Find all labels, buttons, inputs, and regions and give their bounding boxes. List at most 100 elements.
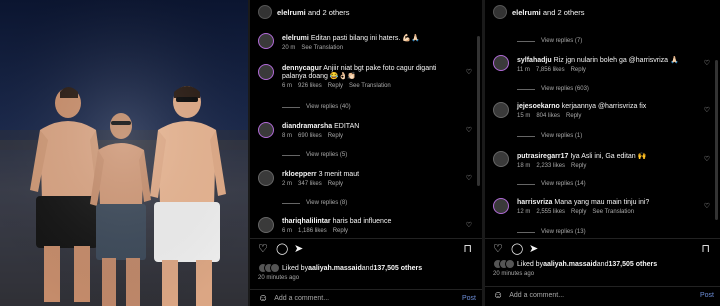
liked-by[interactable]: Liked by aaliyah.massaid and 137,505 oth… bbox=[493, 259, 657, 269]
bookmark-icon[interactable]: ⊓ bbox=[463, 242, 472, 255]
comment-user[interactable]: thariqhalilintar bbox=[282, 218, 331, 225]
comment-text: EDITAN bbox=[334, 123, 360, 130]
emoji-icon[interactable]: ☺ bbox=[258, 293, 268, 304]
avatar[interactable] bbox=[258, 217, 274, 233]
comment-text: Iya Asli ini, Ga editan 🙌 bbox=[570, 153, 647, 160]
comment-text: haris bad influence bbox=[332, 218, 392, 225]
heart-icon[interactable]: ♡ bbox=[466, 174, 472, 182]
avatar[interactable] bbox=[258, 5, 272, 19]
view-replies-link[interactable]: View replies (14) bbox=[517, 181, 586, 187]
heart-icon[interactable]: ♡ bbox=[704, 202, 710, 210]
view-replies-link[interactable]: View replies (1) bbox=[517, 133, 582, 139]
comment-time: 12 m bbox=[517, 209, 531, 215]
comment-text: Riz jgn nularin boleh ga @harrisvriza 🙏🏻 bbox=[553, 57, 679, 64]
view-replies-link[interactable]: View replies (5) bbox=[282, 152, 347, 158]
add-comment-input[interactable]: Add a comment... bbox=[509, 292, 700, 299]
post-time: 20 minutes ago bbox=[493, 271, 535, 277]
post-header: elelrumi and 2 others bbox=[250, 0, 482, 24]
heart-icon[interactable]: ♡ bbox=[704, 155, 710, 163]
comment-likes[interactable]: 2,555 likes bbox=[536, 209, 565, 215]
comment-likes[interactable]: 2,233 likes bbox=[536, 163, 565, 169]
reply-link[interactable]: Reply bbox=[333, 228, 348, 234]
comment-time: 8 m bbox=[282, 133, 293, 139]
reply-link[interactable]: Reply bbox=[571, 67, 586, 73]
heart-icon[interactable]: ♡ bbox=[466, 68, 472, 76]
scrollbar[interactable] bbox=[477, 36, 480, 186]
liker-avatars bbox=[258, 263, 280, 273]
scrollbar[interactable] bbox=[715, 60, 718, 220]
comment-user[interactable]: harrisvriza bbox=[517, 199, 552, 206]
see-translation-link[interactable]: See Translation bbox=[301, 45, 343, 51]
comment-user[interactable]: rkloepperr bbox=[282, 171, 317, 178]
emoji-icon[interactable]: ☺ bbox=[493, 290, 503, 301]
heart-icon[interactable]: ♡ bbox=[466, 126, 472, 134]
see-translation-link[interactable]: See Translation bbox=[349, 83, 391, 89]
comment-likes[interactable]: 7,856 likes bbox=[536, 67, 565, 73]
reply-link[interactable]: Reply bbox=[571, 163, 586, 169]
bookmark-icon[interactable]: ⊓ bbox=[701, 242, 710, 255]
comment-time: 11 m bbox=[517, 67, 530, 73]
comment-icon[interactable]: ◯ bbox=[511, 242, 523, 255]
avatar[interactable] bbox=[258, 33, 274, 49]
comment-text: Editan pasti bilang ini haters. 💪🏻🙏🏻 bbox=[310, 35, 420, 42]
share-icon[interactable]: ➤ bbox=[529, 242, 538, 255]
comment-text: kerjaannya @harrisvriza fix bbox=[561, 103, 647, 110]
avatar[interactable] bbox=[493, 102, 509, 118]
avatar[interactable] bbox=[493, 5, 507, 19]
avatar[interactable] bbox=[258, 170, 274, 186]
comment-time: 6 m bbox=[282, 83, 293, 89]
reply-link[interactable]: Reply bbox=[328, 83, 343, 89]
avatar[interactable] bbox=[493, 198, 509, 214]
post-photo-image bbox=[0, 0, 248, 306]
post-button[interactable]: Post bbox=[462, 295, 476, 302]
avatar[interactable] bbox=[493, 55, 509, 71]
view-replies-link[interactable]: View replies (7) bbox=[517, 38, 582, 44]
view-replies-link[interactable]: View replies (603) bbox=[517, 86, 589, 92]
avatar[interactable] bbox=[493, 151, 509, 167]
add-comment-input[interactable]: Add a comment... bbox=[274, 295, 462, 302]
share-icon[interactable]: ➤ bbox=[294, 242, 303, 255]
heart-icon[interactable]: ♡ bbox=[704, 59, 710, 67]
view-replies-link[interactable]: View replies (13) bbox=[517, 229, 586, 235]
comment-user[interactable]: jejesoekarno bbox=[517, 103, 560, 110]
reply-link[interactable]: Reply bbox=[571, 209, 586, 215]
comment-likes[interactable]: 804 likes bbox=[536, 113, 560, 119]
post-time: 20 minutes ago bbox=[258, 275, 300, 281]
comment-user[interactable]: putrasiregarr17 bbox=[517, 153, 568, 160]
liker-avatars bbox=[493, 259, 515, 269]
comment-user[interactable]: dennycagur bbox=[282, 65, 322, 72]
liked-by[interactable]: Liked by aaliyah.massaid and 137,505 oth… bbox=[258, 263, 422, 273]
comment-user[interactable]: elelrumi bbox=[282, 35, 309, 42]
post-button[interactable]: Post bbox=[700, 292, 714, 299]
comment-time: 2 m bbox=[282, 181, 293, 187]
comment-text: Mana yang mau main tinju ini? bbox=[554, 199, 650, 206]
see-translation-link[interactable]: See Translation bbox=[592, 209, 634, 215]
comment-time: 6 m bbox=[282, 228, 293, 234]
view-replies-link[interactable]: View replies (40) bbox=[282, 104, 351, 110]
comment-time: 20 m bbox=[282, 45, 296, 51]
comment-time: 15 m bbox=[517, 113, 531, 119]
comment-user[interactable]: sylfahadju bbox=[517, 57, 552, 64]
reply-link[interactable]: Reply bbox=[328, 181, 343, 187]
comment-likes[interactable]: 347 likes bbox=[298, 181, 322, 187]
reply-link[interactable]: Reply bbox=[328, 133, 343, 139]
heart-icon[interactable]: ♡ bbox=[466, 221, 472, 229]
post-author[interactable]: elelrumi and 2 others bbox=[512, 8, 585, 17]
view-replies-link[interactable]: View replies (8) bbox=[282, 200, 347, 206]
like-icon[interactable]: ♡ bbox=[493, 242, 503, 255]
avatar[interactable] bbox=[258, 64, 274, 80]
post-author[interactable]: elelrumi and 2 others bbox=[277, 8, 350, 17]
comment-likes[interactable]: 926 likes bbox=[298, 83, 322, 89]
comment-icon[interactable]: ◯ bbox=[276, 242, 288, 255]
comment-time: 18 m bbox=[517, 163, 531, 169]
like-icon[interactable]: ♡ bbox=[258, 242, 268, 255]
heart-icon[interactable]: ♡ bbox=[704, 106, 710, 114]
comment-user[interactable]: diandramarsha bbox=[282, 123, 332, 130]
reply-link[interactable]: Reply bbox=[566, 113, 581, 119]
comment-text: 3 menit maut bbox=[318, 171, 360, 178]
post-photo[interactable] bbox=[0, 0, 248, 306]
action-bar: ♡ ◯ ➤ ⊓ bbox=[250, 238, 482, 256]
comment-likes[interactable]: 1,186 likes bbox=[298, 228, 327, 234]
avatar[interactable] bbox=[258, 122, 274, 138]
comment-likes[interactable]: 690 likes bbox=[298, 133, 322, 139]
